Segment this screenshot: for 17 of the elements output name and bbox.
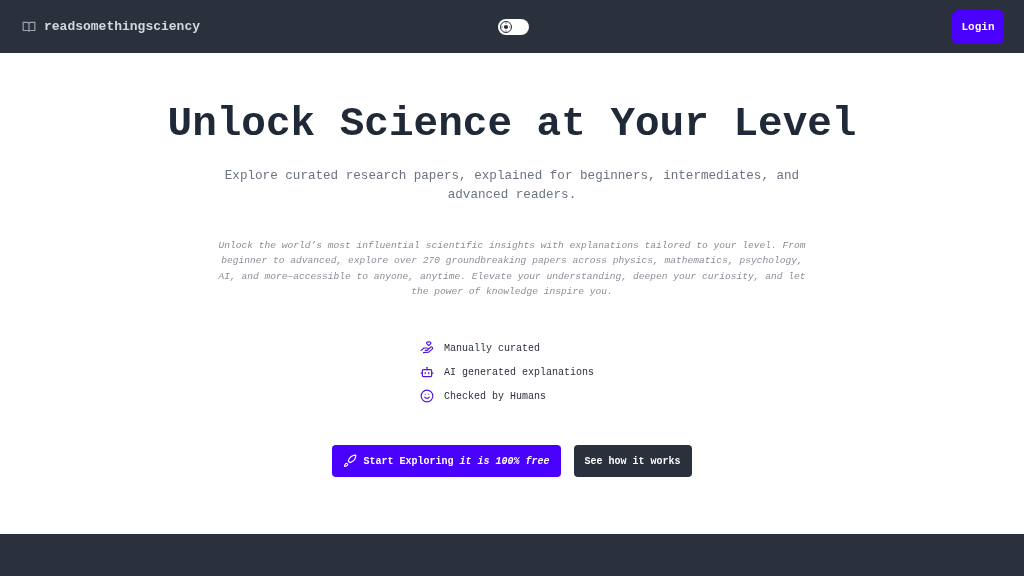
feature-label: AI generated explanations bbox=[444, 366, 595, 378]
theme-toggle[interactable] bbox=[497, 18, 529, 35]
robot-icon bbox=[420, 365, 434, 380]
login-button[interactable]: Login bbox=[952, 9, 1004, 44]
hero-title: Unlock Science at Your Level bbox=[167, 101, 857, 147]
hand-heart-icon bbox=[420, 341, 434, 356]
brand-name: readsomethingsciency bbox=[44, 19, 201, 34]
start-exploring-button[interactable]: Start Exploring it is 100% free bbox=[332, 445, 561, 478]
rocket-icon bbox=[343, 454, 358, 469]
smiley-icon bbox=[420, 389, 434, 404]
see-how-it-works-button[interactable]: See how it works bbox=[573, 445, 692, 478]
hero-subtitle: Explore curated research papers, explained for beginners, intermediates, and advanced readers. bbox=[223, 168, 801, 204]
feature-label: Checked by Humans bbox=[444, 390, 547, 402]
hero-description: Unlock the world’s most influential scientific insights with explanations tailored to your level. From beginner to advanced, explore over 270 groundbreaking papers across physics, mathematics, psychology, AI, and more—accessible to anyone, anytime. Elevate your understanding, deepen your curiosity, and let the power of knowledge inspire you. bbox=[217, 239, 807, 299]
sun-icon bbox=[500, 21, 511, 32]
book-icon bbox=[22, 19, 36, 34]
feature-label: Manually curated bbox=[444, 342, 540, 354]
